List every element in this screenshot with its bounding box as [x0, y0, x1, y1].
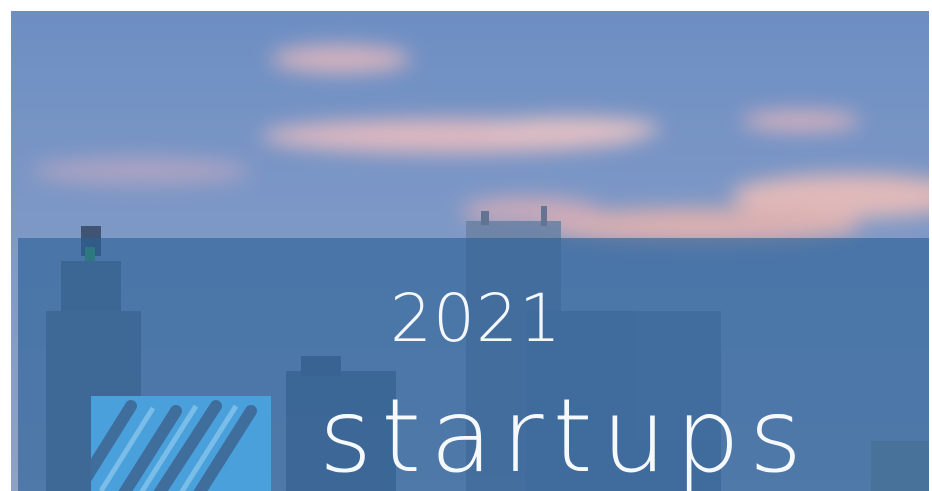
diagonal-stripes-logo-icon	[91, 396, 271, 491]
title-heading: startups	[319, 377, 812, 491]
year-heading: 2021	[390, 280, 562, 357]
banner-image: 2021 startups	[11, 11, 929, 491]
